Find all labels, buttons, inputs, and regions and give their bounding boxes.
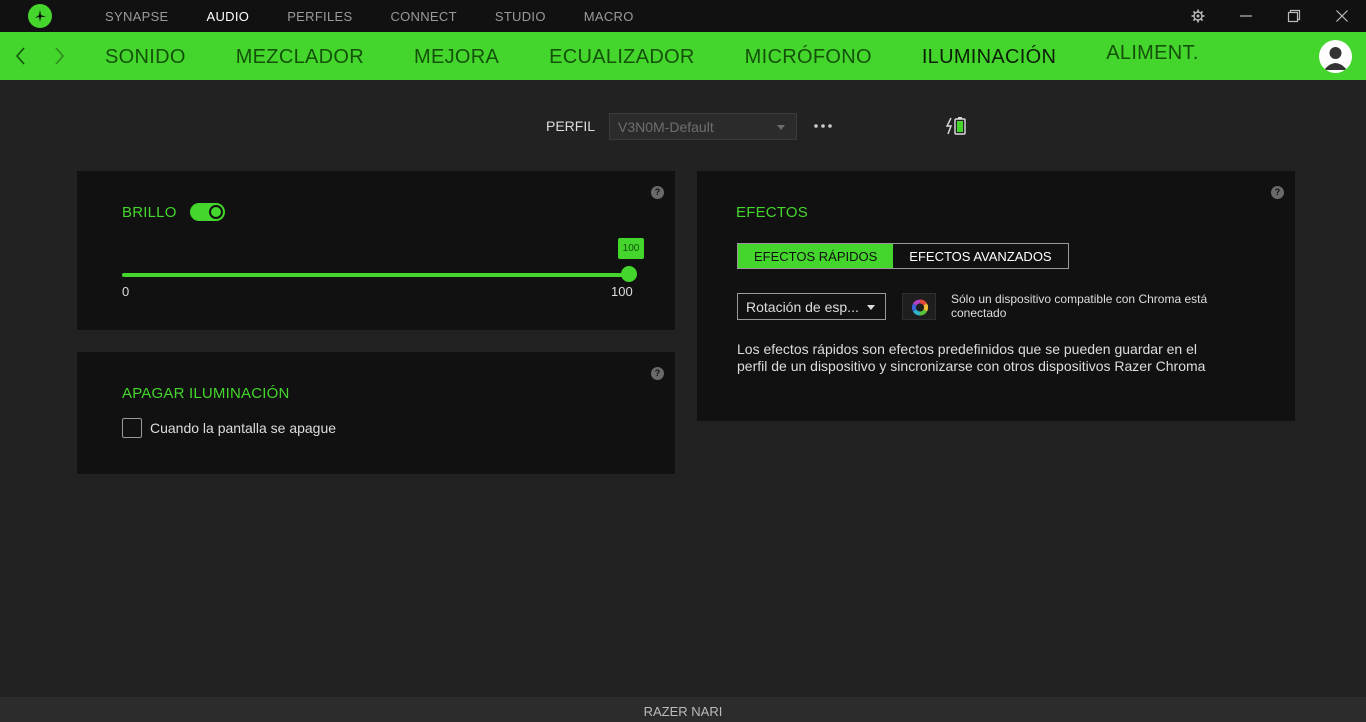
user-avatar-icon[interactable]	[1319, 40, 1352, 73]
profile-dropdown[interactable]: V3N0M-Default	[609, 113, 797, 140]
tab-advanced-effects[interactable]: EFECTOS AVANZADOS	[893, 244, 1067, 268]
top-nav: SYNAPSE AUDIO PERFILES CONNECT STUDIO MA…	[86, 0, 653, 32]
lighting-off-title: APAGAR ILUMINACIÓN	[122, 385, 290, 402]
brightness-title: BRILLO	[122, 204, 177, 221]
effects-description: Los efectos rápidos son efectos predefin…	[737, 341, 1206, 374]
toggle-knob	[209, 205, 223, 219]
forward-arrow-icon[interactable]	[47, 44, 71, 68]
tab-mezclador[interactable]: MEZCLADOR	[211, 32, 389, 80]
topnav-studio[interactable]: STUDIO	[476, 0, 565, 32]
tab-iluminacion[interactable]: ILUMINACIÓN	[897, 32, 1081, 80]
profile-value: V3N0M-Default	[618, 119, 714, 135]
topnav-macro[interactable]: MACRO	[565, 0, 653, 32]
effect-dropdown[interactable]: Rotación de esp...	[737, 293, 886, 320]
restore-icon[interactable]	[1279, 0, 1309, 32]
razer-synapse-window: SYNAPSE AUDIO PERFILES CONNECT STUDIO MA…	[0, 0, 1366, 722]
chroma-wheel-icon	[911, 299, 929, 316]
tab-ecualizador[interactable]: ECUALIZADOR	[524, 32, 720, 80]
back-arrow-icon[interactable]	[9, 44, 33, 68]
tab-sonido[interactable]: SONIDO	[80, 32, 211, 80]
brightness-panel: ? BRILLO 100 0 100	[77, 171, 675, 330]
chroma-note: Sólo un dispositivo compatible con Chrom…	[951, 292, 1208, 320]
close-icon[interactable]	[1327, 0, 1357, 32]
device-footer: RAZER NARI	[0, 697, 1366, 722]
help-icon[interactable]: ?	[651, 186, 664, 199]
brightness-slider-track[interactable]	[122, 273, 630, 277]
effects-title: EFECTOS	[736, 204, 808, 221]
profile-label: PERFIL	[546, 118, 596, 134]
battery-charging-icon	[945, 115, 969, 137]
more-options-icon[interactable]	[812, 118, 834, 134]
tab-microfono[interactable]: MICRÓFONO	[720, 32, 897, 80]
lighting-off-panel: ? APAGAR ILUMINACIÓN Cuando la pantalla …	[77, 352, 675, 474]
chroma-button[interactable]	[902, 293, 936, 320]
screen-off-label: Cuando la pantalla se apague	[150, 420, 337, 436]
title-bar: SYNAPSE AUDIO PERFILES CONNECT STUDIO MA…	[0, 0, 1366, 32]
effect-value: Rotación de esp...	[746, 299, 859, 315]
chevron-down-icon	[867, 305, 875, 310]
slider-max-label: 100	[611, 284, 633, 299]
tab-quick-effects[interactable]: EFECTOS RÁPIDOS	[738, 244, 894, 268]
topnav-connect[interactable]: CONNECT	[371, 0, 475, 32]
sub-nav: SONIDO MEZCLADOR MEJORA ECUALIZADOR MICR…	[80, 32, 1224, 80]
help-icon[interactable]: ?	[1271, 186, 1284, 199]
screen-off-checkbox[interactable]	[122, 418, 142, 438]
sub-nav-bar: SONIDO MEZCLADOR MEJORA ECUALIZADOR MICR…	[0, 32, 1366, 80]
tab-mejora[interactable]: MEJORA	[389, 32, 524, 80]
settings-gear-icon[interactable]	[1183, 0, 1213, 32]
chevron-down-icon	[777, 125, 785, 130]
minimize-icon[interactable]	[1231, 0, 1261, 32]
effects-tabs: EFECTOS RÁPIDOS EFECTOS AVANZADOS	[737, 243, 1069, 269]
slider-value-bubble: 100	[618, 238, 644, 259]
topnav-audio[interactable]: AUDIO	[188, 0, 269, 32]
tab-aliment[interactable]: ALIMENT.	[1081, 32, 1223, 80]
brightness-toggle[interactable]	[190, 203, 225, 221]
slider-min-label: 0	[122, 284, 130, 299]
brightness-slider-thumb[interactable]	[621, 266, 637, 282]
effects-panel: ? EFECTOS EFECTOS RÁPIDOS EFECTOS AVANZA…	[697, 171, 1295, 421]
topnav-perfiles[interactable]: PERFILES	[268, 0, 371, 32]
help-icon[interactable]: ?	[651, 367, 664, 380]
topnav-synapse[interactable]: SYNAPSE	[86, 0, 188, 32]
razer-logo-icon[interactable]	[28, 4, 52, 28]
